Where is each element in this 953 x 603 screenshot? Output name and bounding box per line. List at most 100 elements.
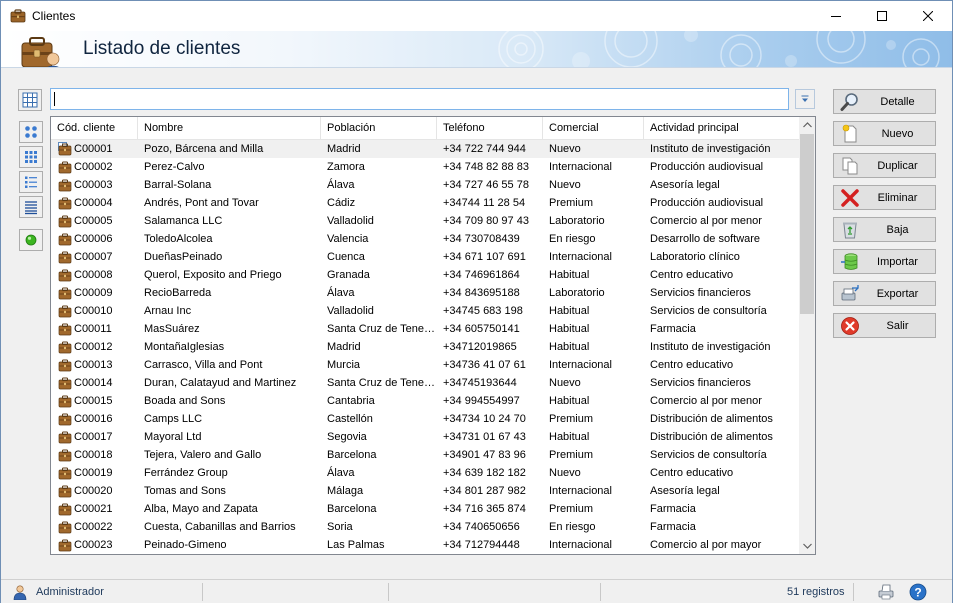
cell-actividad: Instituto de investigación	[650, 143, 771, 155]
status-divider	[853, 583, 854, 601]
cell-telefono: +34712019865	[443, 341, 517, 353]
briefcase-icon	[10, 9, 26, 23]
duplicar-button[interactable]: Duplicar	[833, 153, 936, 178]
table-row[interactable]: C00003 Barral-Solana Álava +34 727 46 55 78…	[51, 176, 799, 194]
table-row[interactable]: C00014 Duran, Calatayud and Martinez Santa…	[51, 374, 799, 392]
magnifier-icon	[840, 93, 858, 111]
table-row[interactable]: C00009 RecioBarreda Álava +34 843695188 Labo…	[51, 284, 799, 302]
cell-nombre: Camps LLC	[144, 413, 203, 425]
details-view-button[interactable]	[19, 196, 43, 218]
table-row[interactable]: C00011 MasSuárez Santa Cruz de Tenerife +34…	[51, 320, 799, 338]
cell-actividad: Instituto de investigación	[650, 341, 771, 353]
large-icons-view-button[interactable]	[19, 121, 43, 143]
cell-actividad: Desarrollo de software	[650, 233, 761, 245]
cell-codigo: C00010	[74, 305, 113, 317]
cell-codigo: C00023	[74, 539, 113, 551]
scrollbar-thumb[interactable]	[800, 134, 814, 314]
printer-icon[interactable]	[877, 583, 895, 601]
table-row[interactable]: C00015 Boada and Sons Cantabria +34 9945549…	[51, 392, 799, 410]
briefcase-user-icon	[21, 37, 60, 67]
cell-telefono: +34 709 80 97 43	[443, 215, 529, 227]
table-row[interactable]: C00004 Andrés, Pont and Tovar Cádiz +34744 …	[51, 194, 799, 212]
importar-button[interactable]: Importar	[833, 249, 936, 274]
cell-nombre: DueñasPeinado	[144, 251, 223, 263]
table-row[interactable]: C00013 Carrasco, Villa and Pont Murcia +347…	[51, 356, 799, 374]
baja-button[interactable]: Baja	[833, 217, 936, 242]
table-row[interactable]: C00010 Arnau Inc Valladolid +34745 683 198 H…	[51, 302, 799, 320]
cell-telefono: +34 843695188	[443, 287, 520, 299]
cell-codigo: C00001	[74, 143, 113, 155]
column-header-actividad[interactable]: Actividad principal	[644, 117, 799, 140]
cell-comercial: Nuevo	[549, 143, 581, 155]
cell-comercial: Nuevo	[549, 377, 581, 389]
vertical-scrollbar[interactable]	[799, 117, 815, 554]
banner-divider	[1, 67, 952, 68]
list-icon	[25, 176, 37, 188]
cell-comercial: Internacional	[549, 161, 612, 173]
grid-layout-button[interactable]	[18, 89, 42, 111]
user-icon	[13, 585, 27, 600]
recycle-bin-icon	[843, 222, 857, 239]
cell-telefono: +34 722 744 944	[443, 143, 526, 155]
column-header-poblacion[interactable]: Población	[321, 117, 437, 140]
decorative-swirls	[498, 31, 940, 67]
table-row[interactable]: C00017 Mayoral Ltd Segovia +34731 01 67 43 H…	[51, 428, 799, 446]
cell-telefono: +34 801 287 982	[443, 485, 526, 497]
cell-poblacion: Santa Cruz de Tenerife	[327, 377, 437, 389]
salir-button[interactable]: Salir	[833, 313, 936, 338]
cell-actividad: Centro educativo	[650, 359, 734, 371]
table-row[interactable]: C00023 Peinado-Gimeno Las Palmas +34 712794…	[51, 536, 799, 554]
cell-poblacion: Valladolid	[327, 215, 374, 227]
filter-options-button[interactable]	[795, 89, 815, 109]
minimize-button[interactable]	[813, 1, 859, 31]
search-input[interactable]	[50, 88, 789, 110]
detalle-button[interactable]: Detalle	[833, 89, 936, 114]
table-row[interactable]: C00022 Cuesta, Cabanillas and Barrios Sori…	[51, 518, 799, 536]
close-button[interactable]	[905, 1, 951, 31]
cell-comercial: En riesgo	[549, 233, 596, 245]
chevron-down-icon	[801, 95, 809, 102]
cell-telefono: +34 716 365 874	[443, 503, 526, 515]
table-row[interactable]: C00007 DueñasPeinado Cuenca +34 671 107 691…	[51, 248, 799, 266]
maximize-button[interactable]	[859, 1, 905, 31]
cell-telefono: +34744 11 28 54	[443, 197, 526, 209]
cell-poblacion: Cuenca	[327, 251, 365, 263]
table-row[interactable]: C00005 Salamanca LLC Valladolid +34 709 80 …	[51, 212, 799, 230]
chevron-up-icon	[802, 122, 812, 128]
clients-table[interactable]: Cód. cliente Nombre Población Teléfono C…	[50, 116, 816, 555]
text-caret	[54, 92, 55, 106]
exportar-button[interactable]: Exportar	[833, 281, 936, 306]
nuevo-button[interactable]: Nuevo	[833, 121, 936, 146]
table-row[interactable]: C00006 ToledoAlcolea Valencia +34 730708439…	[51, 230, 799, 248]
column-header-nombre[interactable]: Nombre	[138, 117, 321, 140]
table-row[interactable]: C00001 Pozo, Bárcena and Milla Madrid +34 7…	[51, 140, 799, 158]
table-row[interactable]: C00018 Tejera, Valero and Gallo Barcelona +…	[51, 446, 799, 464]
column-header-comercial[interactable]: Comercial	[543, 117, 644, 140]
cell-nombre: Querol, Exposito and Priego	[144, 269, 282, 281]
table-row[interactable]: C00002 Perez-Calvo Zamora +34 748 82 88 83 I…	[51, 158, 799, 176]
small-icons-view-button[interactable]	[19, 146, 43, 168]
scroll-up-button[interactable]	[799, 117, 815, 133]
list-view-button[interactable]	[19, 171, 43, 193]
table-row[interactable]: C00012 MontañaIglesias Madrid +34712019865 H…	[51, 338, 799, 356]
database-import-icon	[841, 253, 858, 270]
window-title: Clientes	[32, 9, 76, 23]
cell-comercial: Internacional	[549, 485, 612, 497]
column-header-codigo[interactable]: Cód. cliente	[51, 117, 138, 140]
table-row[interactable]: C00008 Querol, Exposito and Priego Granada…	[51, 266, 799, 284]
eliminar-button[interactable]: Eliminar	[833, 185, 936, 210]
table-row[interactable]: C00021 Alba, Mayo and Zapata Barcelona +34 …	[51, 500, 799, 518]
table-row[interactable]: C00020 Tomas and Sons Málaga +34 801 287 98…	[51, 482, 799, 500]
cell-codigo: C00012	[74, 341, 113, 353]
cell-poblacion: Segovia	[327, 431, 367, 443]
status-filter-button[interactable]	[19, 229, 43, 251]
scroll-down-button[interactable]	[799, 538, 815, 554]
table-row[interactable]: C00016 Camps LLC Castellón +34734 10 24 70 P…	[51, 410, 799, 428]
cell-nombre: Cuesta, Cabanillas and Barrios	[144, 521, 296, 533]
cell-telefono: +34 639 182 182	[443, 467, 526, 479]
column-header-telefono[interactable]: Teléfono	[437, 117, 543, 140]
help-icon[interactable]: ?	[909, 583, 927, 601]
cell-codigo: C00005	[74, 215, 113, 227]
clientes-window: Clientes Listado de clientes Cód. client…	[0, 0, 953, 603]
table-row[interactable]: C00019 Ferrández Group Álava +34 639 182 18…	[51, 464, 799, 482]
